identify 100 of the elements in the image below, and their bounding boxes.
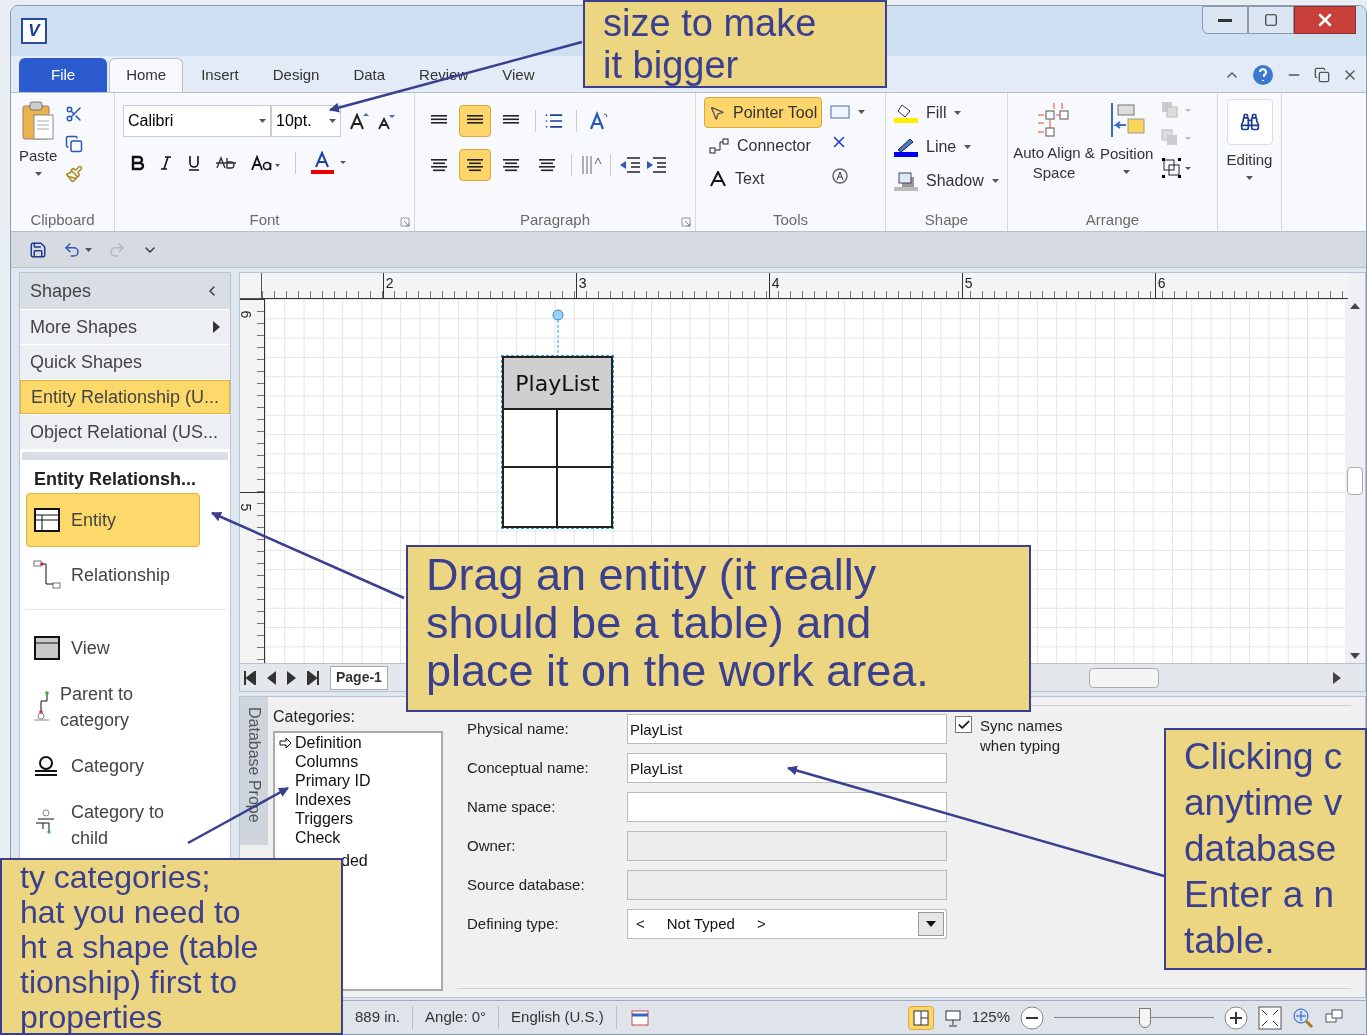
ribbon-tab[interactable]: Data bbox=[337, 58, 402, 92]
underline-icon[interactable] bbox=[187, 154, 201, 172]
category-item[interactable]: Triggers bbox=[295, 809, 354, 828]
horizontal-align-button[interactable] bbox=[459, 149, 491, 181]
input-field[interactable] bbox=[627, 792, 947, 822]
scroll-up-icon[interactable] bbox=[1350, 303, 1360, 309]
format-painter-icon[interactable] bbox=[65, 165, 84, 183]
stencil-list-item[interactable]: Object Relational (US... bbox=[20, 415, 230, 449]
shape-format-button[interactable]: Shadow bbox=[894, 169, 999, 193]
paste-button[interactable]: Paste bbox=[19, 101, 58, 209]
stencil-list-item[interactable]: More Shapes bbox=[20, 310, 230, 344]
table-shape[interactable]: PlayList bbox=[502, 356, 613, 528]
stencil-shape[interactable]: Entity bbox=[26, 493, 200, 547]
stencil-shape[interactable]: Category bbox=[26, 742, 200, 790]
defining-type-dropdown[interactable]: < Not Typed > bbox=[627, 909, 947, 939]
stencil-shape[interactable]: Relationship bbox=[26, 551, 200, 599]
italic-icon[interactable] bbox=[159, 155, 173, 171]
stencil-shape[interactable]: Parent to category bbox=[26, 676, 200, 738]
category-item[interactable]: Primary ID bbox=[295, 771, 371, 790]
page-tab[interactable]: Page-1 bbox=[330, 665, 388, 690]
first-page-icon[interactable] bbox=[244, 670, 256, 685]
horizontal-scroll-thumb[interactable] bbox=[1088, 667, 1159, 688]
font-family-field[interactable]: Calibri bbox=[123, 105, 271, 137]
callout-text: properties bbox=[20, 1000, 164, 1035]
fit-page-icon[interactable] bbox=[1258, 1005, 1282, 1030]
shape-format-button[interactable]: Fill bbox=[894, 101, 999, 125]
group-icon[interactable] bbox=[1161, 157, 1194, 179]
next-page-icon[interactable] bbox=[287, 670, 296, 685]
stencil-list-item[interactable]: Quick Shapes bbox=[20, 345, 230, 379]
zoom-slider[interactable] bbox=[1054, 1007, 1214, 1028]
input-field[interactable]: PlayList bbox=[627, 714, 947, 744]
scroll-thumb[interactable] bbox=[1347, 467, 1363, 495]
bullets-icon[interactable] bbox=[544, 111, 564, 131]
presentation-icon[interactable] bbox=[943, 1008, 962, 1027]
next-type-arrow[interactable]: > bbox=[756, 912, 766, 936]
ribbon-tab[interactable]: Home bbox=[109, 58, 184, 92]
shape-format-button[interactable]: Line bbox=[894, 135, 999, 159]
vertical-align-button[interactable] bbox=[459, 105, 491, 137]
shrink-font-icon[interactable] bbox=[377, 112, 395, 130]
normal-view-icon[interactable] bbox=[907, 1005, 934, 1030]
ribbon-tab[interactable]: View bbox=[486, 58, 551, 92]
ribbon-tab[interactable]: Design bbox=[256, 58, 336, 92]
rotate-text-icon[interactable] bbox=[830, 165, 851, 185]
zoom-in-icon[interactable] bbox=[1224, 1005, 1248, 1030]
pan-zoom-icon[interactable] bbox=[1292, 1006, 1314, 1029]
zoom-slider-thumb[interactable] bbox=[1139, 1007, 1152, 1028]
category-item[interactable]: Columns bbox=[295, 752, 359, 771]
category-item[interactable]: Definition bbox=[295, 733, 362, 752]
scroll-right-icon[interactable] bbox=[1333, 671, 1341, 684]
strikethrough-icon[interactable] bbox=[215, 155, 237, 171]
scroll-down-icon[interactable] bbox=[1350, 653, 1360, 659]
stencil-list-item[interactable]: Entity Relationship (U... bbox=[20, 380, 230, 414]
grow-font-icon[interactable] bbox=[349, 111, 369, 131]
tool-button[interactable]: Connector bbox=[704, 130, 823, 161]
previous-page-icon[interactable] bbox=[267, 670, 276, 685]
copy-icon[interactable] bbox=[65, 135, 84, 153]
stencil-shape[interactable]: View bbox=[26, 624, 200, 672]
dialog-launcher-icon[interactable] bbox=[681, 217, 691, 227]
cut-icon[interactable] bbox=[65, 105, 84, 123]
close-button[interactable] bbox=[1294, 6, 1356, 34]
vertical-scrollbar[interactable] bbox=[1345, 299, 1365, 663]
auto-align-button[interactable]: Auto Align & Space bbox=[1012, 101, 1096, 209]
last-page-icon[interactable] bbox=[307, 670, 319, 685]
font-color-icon[interactable] bbox=[310, 151, 348, 175]
maximize-button[interactable] bbox=[1248, 6, 1294, 34]
rotation-handle[interactable] bbox=[552, 309, 564, 353]
properties-side-tab[interactable]: Database Prope bbox=[240, 697, 268, 845]
position-button[interactable]: Position bbox=[1100, 101, 1154, 209]
file-tab[interactable]: File bbox=[19, 58, 108, 92]
dialog-launcher-icon[interactable] bbox=[400, 217, 410, 227]
status-item: English (U.S.) bbox=[499, 1006, 617, 1029]
save-icon[interactable] bbox=[29, 240, 47, 259]
category-item[interactable]: Indexes bbox=[295, 790, 352, 809]
input-field[interactable]: PlayList bbox=[627, 753, 947, 783]
previous-type-arrow[interactable]: < bbox=[636, 912, 645, 936]
decrease-indent-icon[interactable] bbox=[619, 156, 641, 174]
page-view-icon[interactable] bbox=[630, 1009, 649, 1026]
text-spacing-icon[interactable] bbox=[580, 154, 602, 176]
callout-text: ty categories; bbox=[20, 860, 212, 895]
zoom-out-icon[interactable] bbox=[1020, 1005, 1044, 1030]
category-item[interactable]: Check bbox=[295, 828, 341, 847]
restore-icon[interactable] bbox=[1314, 67, 1330, 83]
help-icon[interactable] bbox=[1252, 64, 1274, 86]
bold-icon[interactable] bbox=[131, 155, 145, 171]
minimize-button[interactable] bbox=[1202, 6, 1248, 34]
tool-button[interactable]: Text bbox=[704, 163, 823, 194]
sync-checkbox[interactable] bbox=[955, 716, 972, 733]
text-direction-icon[interactable] bbox=[589, 111, 609, 131]
dropdown-button[interactable] bbox=[918, 912, 944, 936]
increase-indent-icon[interactable] bbox=[645, 156, 667, 174]
change-case-icon[interactable] bbox=[251, 155, 281, 171]
editing-button[interactable]: Editing bbox=[1226, 99, 1273, 180]
font-size-field[interactable]: 10pt. bbox=[271, 105, 341, 137]
undo-icon[interactable] bbox=[63, 240, 81, 259]
ribbon-tab[interactable]: Insert bbox=[185, 58, 255, 92]
ruler-mark: 2 bbox=[382, 273, 576, 298]
stencil-shape[interactable]: Category to child bbox=[26, 794, 200, 856]
group-label: Clipboard bbox=[30, 209, 95, 230]
tool-button[interactable]: Pointer Tool bbox=[704, 97, 823, 128]
field-label: Defining type: bbox=[467, 913, 560, 934]
